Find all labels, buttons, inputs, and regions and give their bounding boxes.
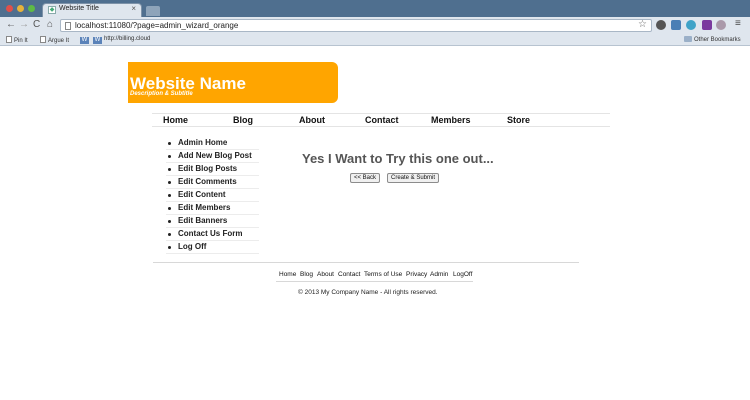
- address-bar[interactable]: localhost:11080/?page=admin_wizard_orang…: [60, 19, 652, 32]
- site-header: Website Name Description & Subtitle: [128, 62, 338, 103]
- window-maximize-button[interactable]: [28, 5, 35, 12]
- bookmark-item[interactable]: Argue It: [40, 36, 69, 44]
- bookmark-item[interactable]: Whttp://billing.cloud: [93, 36, 150, 44]
- back-button[interactable]: << Back: [350, 173, 381, 183]
- copyright-text: © 2013 My Company Name - All rights rese…: [298, 289, 438, 296]
- footer-link-admin[interactable]: Admin: [430, 271, 448, 278]
- bullet-icon: [168, 142, 171, 145]
- forward-arrow-icon[interactable]: →: [19, 19, 29, 31]
- bullet-icon: [168, 168, 171, 171]
- site-description: Description & Subtitle: [130, 91, 193, 97]
- bookmark-star-icon[interactable]: ☆: [638, 19, 647, 30]
- settings-gear-icon[interactable]: [656, 20, 666, 30]
- address-bar-url[interactable]: localhost:11080/?page=admin_wizard_orang…: [75, 21, 238, 30]
- browser-menu-icon[interactable]: ≡: [735, 18, 741, 29]
- sidebar-item-admin-home[interactable]: Admin Home: [166, 137, 259, 150]
- footer-links-underline: [276, 281, 473, 282]
- window-minimize-button[interactable]: [17, 5, 24, 12]
- tab-favicon-icon: ◆: [48, 6, 56, 14]
- bookmark-item[interactable]: Pin It: [6, 36, 28, 44]
- back-arrow-icon[interactable]: ←: [6, 19, 16, 31]
- footer-links: Home Blog About Contact Terms of Use Pri…: [279, 271, 479, 281]
- sidebar-item-add-blog-post[interactable]: Add New Blog Post: [166, 150, 259, 163]
- extension-icon[interactable]: [671, 20, 681, 30]
- browser-toolbar: ← → C ⌂ localhost:11080/?page=admin_wiza…: [0, 17, 750, 34]
- footer-link-privacy[interactable]: Privacy: [406, 271, 427, 278]
- window-titlebar: ◆ Website Title ×: [0, 0, 750, 17]
- other-bookmarks[interactable]: Other Bookmarks: [684, 36, 741, 43]
- nav-link-members[interactable]: Members: [431, 115, 471, 125]
- new-tab-button[interactable]: [146, 6, 160, 16]
- sidebar-item-edit-comments[interactable]: Edit Comments: [166, 176, 259, 189]
- sidebar-item-edit-members[interactable]: Edit Members: [166, 202, 259, 215]
- nav-link-home[interactable]: Home: [163, 115, 188, 125]
- bullet-icon: [168, 194, 171, 197]
- bullet-icon: [168, 207, 171, 210]
- footer-link-contact[interactable]: Contact: [338, 271, 360, 278]
- folder-icon: [684, 36, 692, 42]
- footer-link-terms[interactable]: Terms of Use: [364, 271, 402, 278]
- bullet-icon: [168, 181, 171, 184]
- w-logo-icon: W: [80, 37, 89, 44]
- nav-link-contact[interactable]: Contact: [365, 115, 399, 125]
- page-icon: [65, 22, 71, 30]
- extension-globe-icon[interactable]: [686, 20, 696, 30]
- bullet-icon: [168, 155, 171, 158]
- admin-sidebar: Admin Home Add New Blog Post Edit Blog P…: [166, 137, 259, 254]
- bullet-icon: [168, 233, 171, 236]
- extension-round-icon[interactable]: [716, 20, 726, 30]
- bookmark-item[interactable]: W: [80, 36, 91, 44]
- footer-link-home[interactable]: Home: [279, 271, 296, 278]
- sidebar-item-log-off[interactable]: Log Off: [166, 241, 259, 254]
- sidebar-item-contact-form[interactable]: Contact Us Form: [166, 228, 259, 241]
- reload-icon[interactable]: C: [33, 19, 40, 31]
- create-submit-button[interactable]: Create & Submit: [387, 173, 440, 183]
- nav-link-about[interactable]: About: [299, 115, 325, 125]
- sidebar-item-edit-content[interactable]: Edit Content: [166, 189, 259, 202]
- sidebar-item-edit-banners[interactable]: Edit Banners: [166, 215, 259, 228]
- page-icon: [6, 36, 12, 43]
- bookmarks-bar: Pin It Argue It W Whttp://billing.cloud …: [0, 34, 750, 46]
- w-logo-icon: W: [93, 37, 102, 44]
- page-icon: [40, 36, 46, 43]
- footer-link-blog[interactable]: Blog: [300, 271, 313, 278]
- bullet-icon: [168, 246, 171, 249]
- home-icon[interactable]: ⌂: [47, 19, 53, 31]
- nav-link-blog[interactable]: Blog: [233, 115, 253, 125]
- browser-tab[interactable]: ◆ Website Title ×: [42, 3, 142, 17]
- footer-divider: [153, 262, 579, 263]
- main-nav: Home Blog About Contact Members Store: [152, 113, 610, 127]
- footer-link-about[interactable]: About: [317, 271, 334, 278]
- tab-close-icon[interactable]: ×: [131, 4, 136, 13]
- footer-link-logoff[interactable]: LogOff: [453, 271, 472, 278]
- sidebar-item-edit-blog-posts[interactable]: Edit Blog Posts: [166, 163, 259, 176]
- extension-badge-icon[interactable]: [702, 20, 712, 30]
- page-title: Yes I Want to Try this one out...: [302, 151, 494, 166]
- tab-title: Website Title: [59, 5, 99, 12]
- bullet-icon: [168, 220, 171, 223]
- window-close-button[interactable]: [6, 5, 13, 12]
- nav-link-store[interactable]: Store: [507, 115, 530, 125]
